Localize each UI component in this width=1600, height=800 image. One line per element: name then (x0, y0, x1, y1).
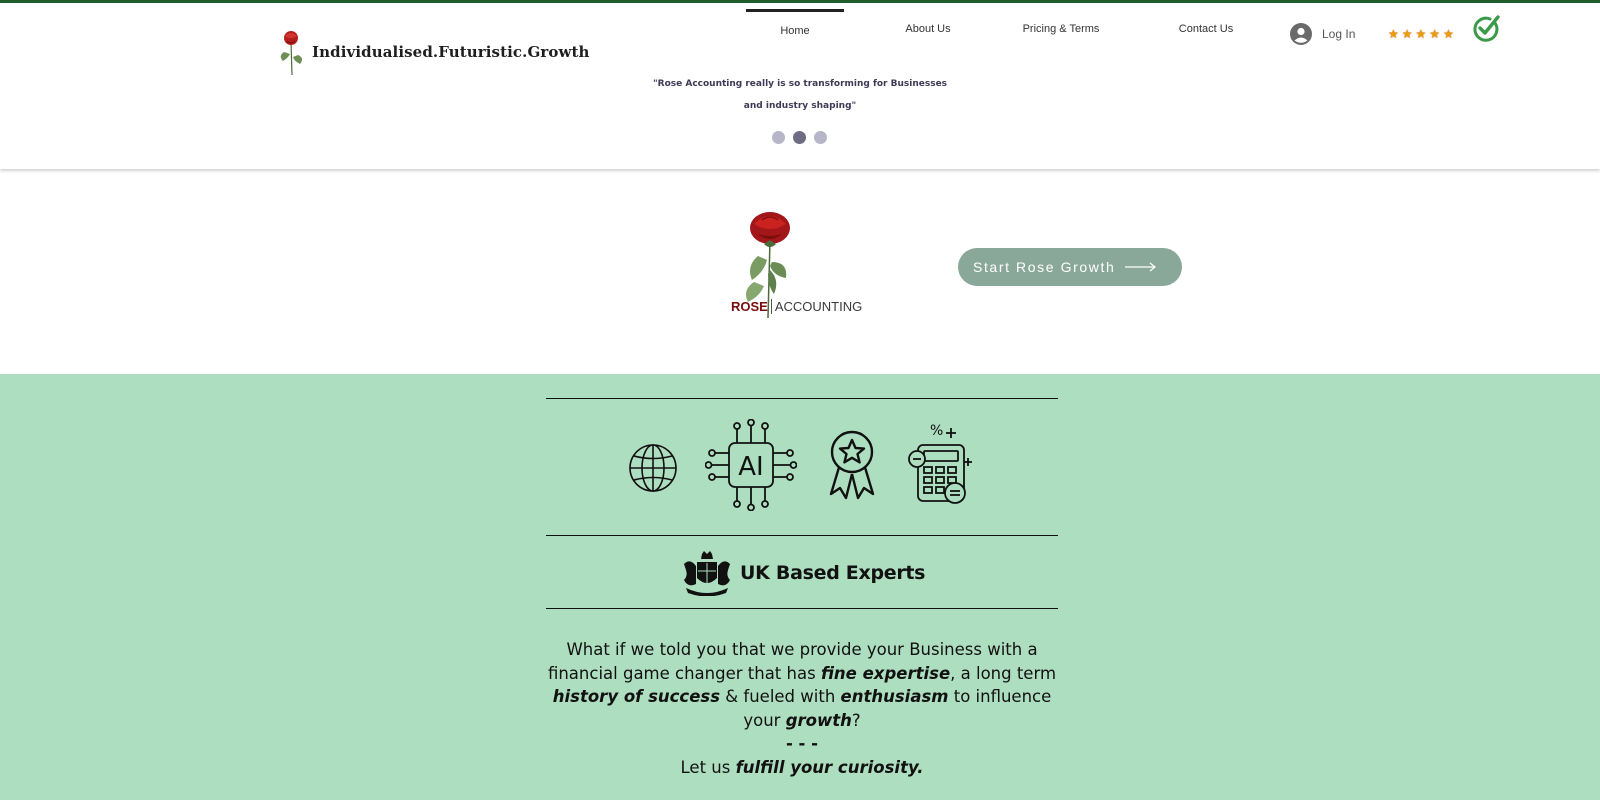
based-experts-word: Based Experts (775, 562, 926, 584)
slider-dots (772, 131, 835, 144)
royal-coat-of-arms-icon (684, 551, 730, 596)
logo-wordmark: ROSE ACCOUNTING (731, 299, 863, 314)
svg-text:%: % (930, 423, 943, 439)
brand[interactable]: Individualised.Futuristic.Growth (274, 28, 590, 76)
pitch-closing-line: Let us fulfill your curiosity. (546, 756, 1058, 780)
nav-about-us[interactable]: About Us (886, 9, 970, 49)
slider-dot-3[interactable] (814, 131, 827, 144)
quote-line-1: "Rose Accounting really is so transformi… (652, 79, 948, 89)
pitch-text-2: , a long term (950, 663, 1057, 683)
uk-based-experts-badge: UK Based Experts (680, 550, 926, 596)
pitch-emphasis-6: fulfill your curiosity. (735, 757, 924, 777)
star-icon: ★ (1415, 27, 1427, 41)
verified-check-icon (1473, 15, 1500, 42)
uk-bold-word: UK (740, 562, 770, 584)
globe-icon (629, 444, 677, 492)
pitch-emphasis-3: enthusiasm (840, 687, 949, 706)
pitch-text-5: ? (851, 710, 861, 730)
star-icon: ★ (1388, 27, 1399, 41)
pitch-text-6: Let us (680, 757, 736, 777)
login-label: Log In (1322, 27, 1356, 41)
star-icon: ★ (1401, 27, 1413, 41)
pitch-paragraph: What if we told you that we provide your… (546, 638, 1058, 779)
uk-based-experts-text: UK Based Experts (740, 562, 926, 584)
award-ribbon-icon (829, 430, 875, 500)
login-button[interactable]: Log In (1290, 23, 1355, 45)
pitch-text-3: & fueled with (720, 687, 841, 706)
divider-top (546, 398, 1058, 399)
brand-tagline: Individualised.Futuristic.Growth (312, 43, 590, 61)
pitch-emphasis-1: fine expertise (820, 663, 951, 683)
start-rose-growth-button[interactable]: Start Rose Growth (958, 248, 1182, 286)
arrow-right-icon (1125, 262, 1157, 272)
nav-contact-us[interactable]: Contact Us (1158, 9, 1254, 49)
divider-bottom (546, 608, 1058, 609)
pitch-emphasis-2: history of success (552, 687, 721, 706)
star-icon: ★ (1429, 27, 1441, 41)
slider-dot-1[interactable] (772, 131, 785, 144)
slider-dot-2[interactable] (793, 131, 806, 144)
rose-logo-icon (280, 31, 303, 76)
cta-label: Start Rose Growth (973, 259, 1116, 275)
calculator-icon: % (908, 423, 972, 504)
logo-rose-word: ROSE (731, 299, 768, 314)
pitch-separator: - - - (785, 734, 819, 753)
user-avatar-icon (1290, 23, 1312, 45)
logo-accounting-word: ACCOUNTING (770, 299, 863, 314)
testimonial-quote: "Rose Accounting really is so transformi… (640, 73, 960, 117)
star-icon: ★ (1443, 27, 1454, 41)
divider-middle (546, 535, 1058, 536)
rating-stars: ★ ★ ★ ★ ★ (1388, 27, 1457, 41)
pitch-emphasis-4: growth (785, 710, 852, 730)
nav-home[interactable]: Home (746, 9, 844, 49)
site-header: Individualised.Futuristic.Growth Home Ab… (0, 3, 1600, 169)
svg-text:AI: AI (738, 452, 763, 482)
quote-line-2: and industry shaping" (743, 101, 857, 111)
nav-pricing-terms[interactable]: Pricing & Terms (1004, 9, 1118, 49)
ai-chip-icon: AI (705, 419, 797, 511)
